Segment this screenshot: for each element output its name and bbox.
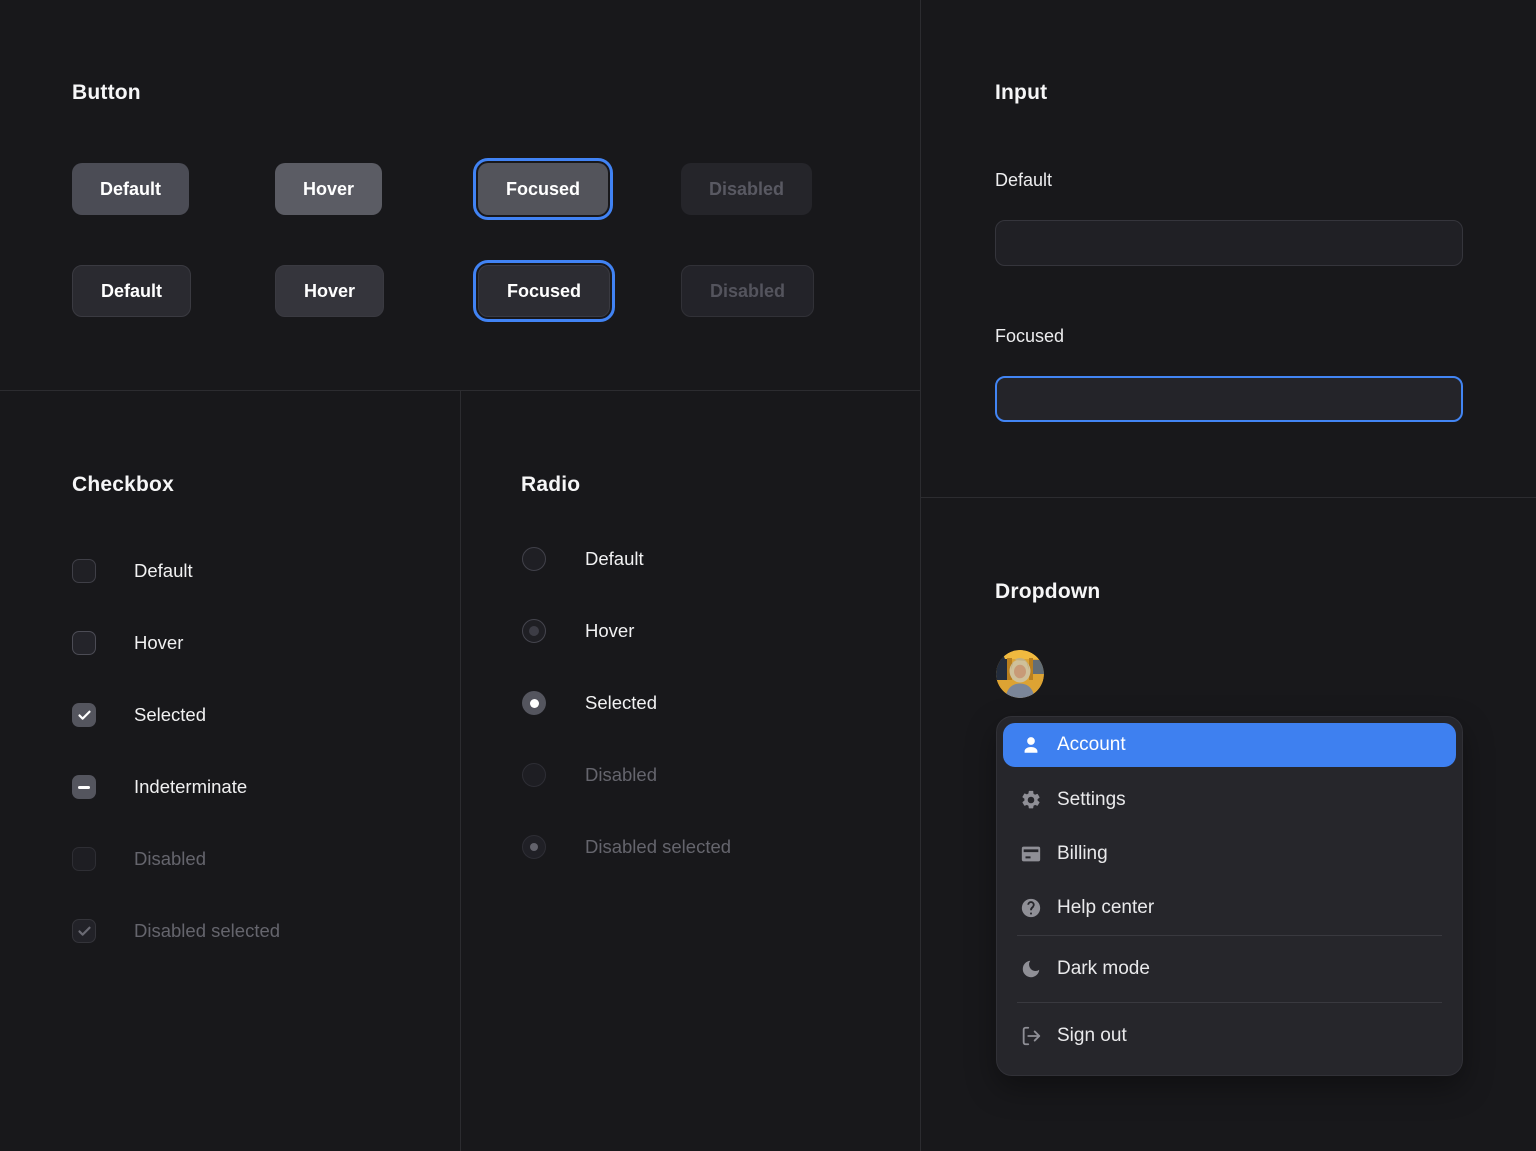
user-icon xyxy=(1020,734,1042,756)
gear-icon xyxy=(1020,789,1042,811)
menu-item-settings[interactable]: Settings xyxy=(1003,773,1456,827)
radio-label: Default xyxy=(585,548,644,570)
checkbox-label: Disabled xyxy=(134,848,206,870)
radio-hover[interactable] xyxy=(522,619,546,643)
sign-out-icon xyxy=(1020,1025,1042,1047)
button-row-secondary: Default Hover Focused Disabled xyxy=(72,265,884,317)
section-divider-horizontal-right xyxy=(921,497,1536,498)
checkbox-disabled-selected xyxy=(72,919,96,943)
button-primary-hover[interactable]: Hover xyxy=(275,163,382,215)
text-input-focused[interactable] xyxy=(995,376,1463,422)
checkbox-row-indeterminate[interactable]: Indeterminate xyxy=(72,763,280,811)
button-secondary-hover[interactable]: Hover xyxy=(275,265,384,317)
menu-item-label: Billing xyxy=(1057,843,1108,865)
dropdown-menu: Account Settings Billing Help center Dark mo… xyxy=(996,716,1463,1076)
text-input-default[interactable] xyxy=(995,220,1463,266)
checkbox-row-disabled-selected: Disabled selected xyxy=(72,907,280,955)
section-divider-vertical-main xyxy=(920,0,921,1151)
section-title-checkbox: Checkbox xyxy=(72,473,174,497)
checkbox-indeterminate[interactable] xyxy=(72,775,96,799)
menu-item-label: Settings xyxy=(1057,789,1126,811)
radio-dot xyxy=(530,843,538,851)
menu-item-account[interactable]: Account xyxy=(1003,723,1456,767)
radio-label: Hover xyxy=(585,620,634,642)
checkbox-disabled xyxy=(72,847,96,871)
checkbox-hover[interactable] xyxy=(72,631,96,655)
radio-dot xyxy=(529,626,539,636)
radio-selected[interactable] xyxy=(522,691,546,715)
menu-item-sign-out[interactable]: Sign out xyxy=(1003,1003,1456,1069)
radio-dot xyxy=(530,699,539,708)
design-system-showcase: Button Input Checkbox Radio Dropdown Def… xyxy=(0,0,1536,1151)
checkbox-row-disabled: Disabled xyxy=(72,835,280,883)
radio-default[interactable] xyxy=(522,547,546,571)
user-avatar[interactable] xyxy=(996,650,1044,698)
button-secondary-focused[interactable]: Focused xyxy=(478,265,610,317)
button-primary-focused[interactable]: Focused xyxy=(478,163,608,215)
radio-label: Disabled xyxy=(585,764,657,786)
checkbox-row-default[interactable]: Default xyxy=(72,547,280,595)
radio-label: Selected xyxy=(585,692,657,714)
button-row-primary: Default Hover Focused Disabled xyxy=(72,163,884,215)
menu-item-label: Sign out xyxy=(1057,1025,1127,1047)
checkbox-label: Selected xyxy=(134,704,206,726)
question-circle-icon xyxy=(1020,897,1042,919)
section-title-button: Button xyxy=(72,81,141,105)
indeterminate-dash xyxy=(78,786,90,789)
radio-disabled xyxy=(522,763,546,787)
checkbox-default[interactable] xyxy=(72,559,96,583)
input-label-focused: Focused xyxy=(995,326,1064,347)
section-title-dropdown: Dropdown xyxy=(995,580,1100,604)
radio-row-selected[interactable]: Selected xyxy=(522,679,731,727)
checkbox-selected[interactable] xyxy=(72,703,96,727)
radio-row-default[interactable]: Default xyxy=(522,535,731,583)
radio-row-hover[interactable]: Hover xyxy=(522,607,731,655)
checkbox-row-hover[interactable]: Hover xyxy=(72,619,280,667)
button-secondary-disabled: Disabled xyxy=(681,265,814,317)
radio-list: Default Hover Selected Disabled Disabled sel… xyxy=(522,535,731,895)
menu-item-dark-mode[interactable]: Dark mode xyxy=(1003,936,1456,1002)
input-label-default: Default xyxy=(995,170,1052,191)
radio-row-disabled-selected: Disabled selected xyxy=(522,823,731,871)
menu-item-label: Account xyxy=(1057,734,1126,756)
menu-item-label: Dark mode xyxy=(1057,958,1150,980)
checkbox-label: Default xyxy=(134,560,193,582)
credit-card-icon xyxy=(1020,843,1042,865)
button-primary-disabled: Disabled xyxy=(681,163,812,215)
checkbox-row-selected[interactable]: Selected xyxy=(72,691,280,739)
moon-icon xyxy=(1020,958,1042,980)
menu-item-help-center[interactable]: Help center xyxy=(1003,881,1456,935)
checkbox-list: Default Hover Selected Indeterminate Disable… xyxy=(72,547,280,979)
section-divider-vertical-sub xyxy=(460,390,461,1151)
radio-row-disabled: Disabled xyxy=(522,751,731,799)
button-primary-default[interactable]: Default xyxy=(72,163,189,215)
radio-disabled-selected xyxy=(522,835,546,859)
section-title-input: Input xyxy=(995,81,1047,105)
menu-item-billing[interactable]: Billing xyxy=(1003,827,1456,881)
button-secondary-default[interactable]: Default xyxy=(72,265,191,317)
section-title-radio: Radio xyxy=(521,473,580,497)
radio-label: Disabled selected xyxy=(585,836,731,858)
checkbox-label: Indeterminate xyxy=(134,776,247,798)
menu-item-label: Help center xyxy=(1057,897,1154,919)
checkbox-label: Disabled selected xyxy=(134,920,280,942)
avatar-photo xyxy=(996,650,1044,698)
checkbox-label: Hover xyxy=(134,632,183,654)
